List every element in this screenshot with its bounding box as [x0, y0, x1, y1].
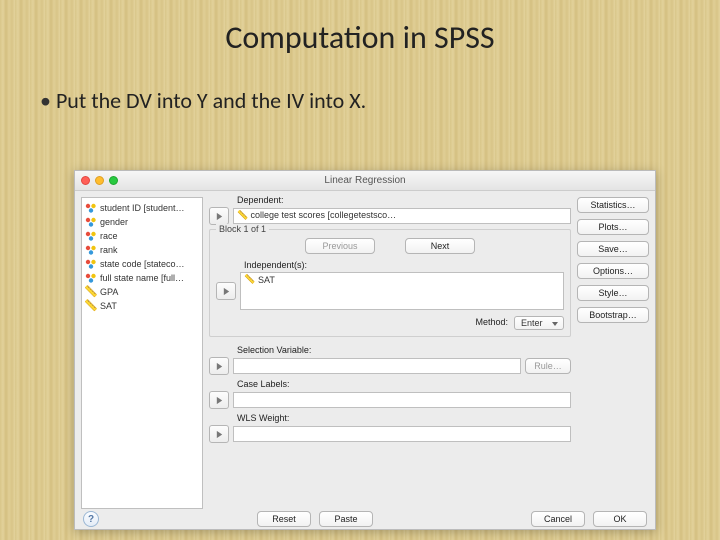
- nominal-icon: [85, 272, 97, 284]
- cancel-button[interactable]: Cancel: [531, 511, 585, 527]
- nominal-icon: [85, 216, 97, 228]
- var-label: rank: [100, 245, 118, 255]
- dependent-field[interactable]: 📏 college test scores [collegetestsco…: [233, 208, 571, 224]
- method-label: Method:: [475, 317, 508, 327]
- list-item[interactable]: full state name [full…: [84, 271, 200, 285]
- nominal-icon: [85, 202, 97, 214]
- options-button[interactable]: Options…: [577, 263, 649, 279]
- plots-button[interactable]: Plots…: [577, 219, 649, 235]
- nominal-icon: [85, 244, 97, 256]
- paste-button[interactable]: Paste: [319, 511, 373, 527]
- list-item[interactable]: 📏GPA: [84, 285, 200, 299]
- previous-button[interactable]: Previous: [305, 238, 375, 254]
- list-item[interactable]: state code [stateco…: [84, 257, 200, 271]
- list-item[interactable]: race: [84, 229, 200, 243]
- dialog-footer: ? Reset Paste Cancel OK: [75, 509, 655, 529]
- list-item[interactable]: 📏SAT: [241, 273, 563, 286]
- move-selection-button[interactable]: [209, 357, 229, 375]
- maximize-icon[interactable]: [109, 176, 118, 185]
- wls-field[interactable]: [233, 426, 571, 442]
- var-label: student ID [student…: [100, 203, 185, 213]
- dialog-titlebar: Linear Regression: [75, 171, 655, 191]
- list-item[interactable]: student ID [student…: [84, 201, 200, 215]
- ok-button[interactable]: OK: [593, 511, 647, 527]
- help-button[interactable]: ?: [83, 511, 99, 527]
- var-label: SAT: [100, 301, 117, 311]
- nominal-icon: [85, 230, 97, 242]
- scale-icon: 📏: [85, 300, 97, 312]
- method-select[interactable]: Enter: [514, 316, 564, 330]
- variable-list[interactable]: student ID [student… gender race rank st…: [81, 197, 203, 509]
- nominal-icon: [85, 258, 97, 270]
- block-label: Block 1 of 1: [216, 224, 269, 234]
- case-labels-label: Case Labels:: [237, 379, 571, 389]
- var-label: gender: [100, 217, 128, 227]
- independent-value: SAT: [258, 275, 275, 285]
- scale-icon: 📏: [85, 286, 97, 298]
- slide-title: Computation in SPSS: [0, 0, 720, 57]
- list-item[interactable]: gender: [84, 215, 200, 229]
- dialog-title: Linear Regression: [324, 175, 405, 186]
- move-wls-button[interactable]: [209, 425, 229, 443]
- var-label: race: [100, 231, 118, 241]
- save-button[interactable]: Save…: [577, 241, 649, 257]
- dependent-label: Dependent:: [237, 195, 571, 205]
- move-case-button[interactable]: [209, 391, 229, 409]
- window-controls: [81, 176, 118, 185]
- dialog-body: student ID [student… gender race rank st…: [75, 191, 655, 509]
- next-button[interactable]: Next: [405, 238, 475, 254]
- independent-list[interactable]: 📏SAT: [240, 272, 564, 310]
- var-label: GPA: [100, 287, 118, 297]
- linear-regression-dialog: Linear Regression student ID [student… g…: [74, 170, 656, 530]
- statistics-button[interactable]: Statistics…: [577, 197, 649, 213]
- list-item[interactable]: rank: [84, 243, 200, 257]
- slide-bullet: Put the DV into Y and the IV into X.: [0, 57, 720, 114]
- minimize-icon[interactable]: [95, 176, 104, 185]
- dependent-value: college test scores [collegetestsco…: [251, 210, 397, 220]
- var-label: state code [stateco…: [100, 259, 185, 269]
- var-label: full state name [full…: [100, 273, 184, 283]
- reset-button[interactable]: Reset: [257, 511, 311, 527]
- independent-label: Independent(s):: [244, 260, 564, 270]
- center-panel: Dependent: 📏 college test scores [colleg…: [203, 191, 577, 509]
- case-labels-field[interactable]: [233, 392, 571, 408]
- close-icon[interactable]: [81, 176, 90, 185]
- list-item[interactable]: 📏SAT: [84, 299, 200, 313]
- move-dependent-button[interactable]: [209, 207, 229, 225]
- bootstrap-button[interactable]: Bootstrap…: [577, 307, 649, 323]
- right-button-column: Statistics… Plots… Save… Options… Style……: [577, 191, 655, 509]
- rule-button[interactable]: Rule…: [525, 358, 571, 374]
- selection-field[interactable]: [233, 358, 521, 374]
- scale-icon: 📏: [244, 274, 255, 285]
- wls-label: WLS Weight:: [237, 413, 571, 423]
- style-button[interactable]: Style…: [577, 285, 649, 301]
- scale-icon: 📏: [237, 210, 248, 221]
- selection-label: Selection Variable:: [237, 345, 571, 355]
- block-frame: Block 1 of 1 Previous Next Independent(s…: [209, 229, 571, 337]
- move-independent-button[interactable]: [216, 282, 236, 300]
